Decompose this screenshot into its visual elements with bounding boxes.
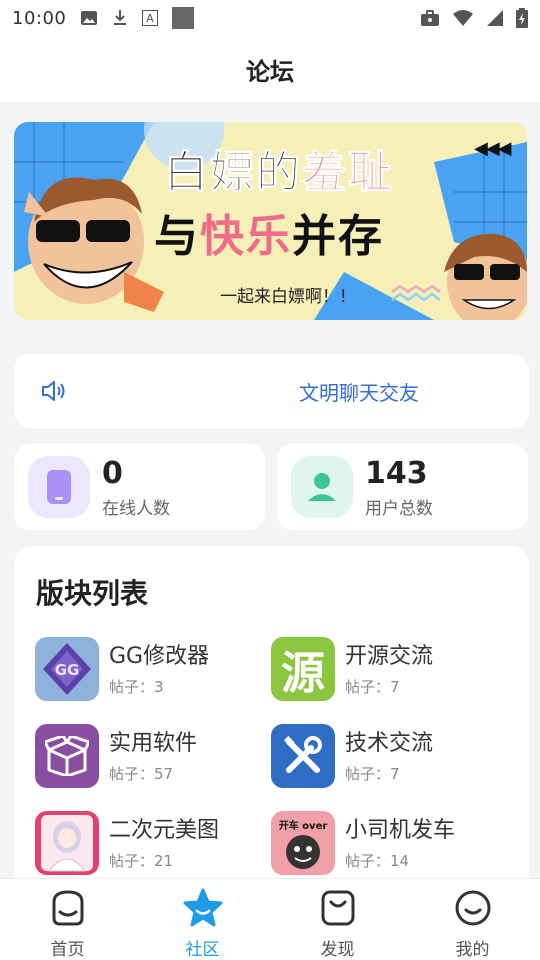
tab-label: 社区 <box>185 940 220 960</box>
box-icon <box>35 724 99 788</box>
banner-headline-1: 白嫖的羞耻 <box>164 136 394 200</box>
stat-label: 在线人数 <box>102 498 170 519</box>
meme-icon: 开车 over <box>271 811 335 875</box>
wifi-icon <box>452 9 474 27</box>
board-name: 技术交流 <box>345 730 434 756</box>
image-icon <box>80 10 98 26</box>
board-item-gg[interactable]: GG GG修改器 帖子：3 <box>35 634 275 704</box>
banner-subtitle: 一起来白嫖啊！！ <box>220 287 356 307</box>
user-icon <box>291 456 353 518</box>
board-list: 版块列表 GG GG修改器 帖子：3 源 开源交流 帖子：7 实用软件 帖子：5… <box>14 546 529 886</box>
svg-text:GG: GG <box>55 661 80 679</box>
anime-icon <box>35 811 99 875</box>
banner-headline-2: 与快乐并存 <box>154 200 384 264</box>
stat-online: 0 在线人数 <box>14 444 265 530</box>
discover-icon <box>317 887 359 929</box>
board-count: 帖子：21 <box>109 851 174 870</box>
promo-banner[interactable]: 白嫖的羞耻 与快乐并存 一起来白嫖啊！！ ◀◀◀ <box>14 122 527 320</box>
board-item-source[interactable]: 源 开源交流 帖子：7 <box>271 634 511 704</box>
tab-label: 首页 <box>50 940 85 960</box>
status-time: 10:00 <box>12 7 67 29</box>
battery-icon <box>516 8 528 28</box>
notice-bar[interactable]: 文明聊天交友 <box>14 354 529 428</box>
banner-text-highlight: 羞耻 <box>302 147 394 199</box>
board-count: 帖子：57 <box>109 764 174 783</box>
status-bar: 10:00 A <box>0 0 540 36</box>
meme-icon-text: 开车 over <box>278 820 328 832</box>
page-title: 论坛 <box>246 57 294 86</box>
app-header: 论坛 <box>0 36 540 102</box>
board-name: 开源交流 <box>345 643 434 669</box>
tab-label: 发现 <box>320 940 355 960</box>
tab-home[interactable]: 首页 <box>0 879 135 960</box>
board-item-software[interactable]: 实用软件 帖子：57 <box>35 721 275 791</box>
source-icon: 源 <box>271 637 335 701</box>
stat-value: 143 <box>365 455 428 491</box>
board-name: 二次元美图 <box>109 817 220 843</box>
board-count: 帖子：3 <box>109 677 164 696</box>
notice-text: 文明聊天交友 <box>299 380 419 405</box>
tools-icon <box>271 724 335 788</box>
svg-text:A: A <box>147 12 155 25</box>
stat-value: 0 <box>102 455 123 491</box>
board-item-anime[interactable]: 二次元美图 帖子：21 <box>35 808 275 878</box>
board-name: 小司机发车 <box>345 817 456 843</box>
banner-text-highlight: 快乐 <box>200 211 292 262</box>
board-item-meme[interactable]: 开车 over 小司机发车 帖子：14 <box>271 808 511 878</box>
tab-community[interactable]: 社区 <box>135 879 270 960</box>
banner-text: 白嫖的 <box>164 147 302 199</box>
home-icon <box>47 887 89 929</box>
section-title: 版块列表 <box>36 577 149 610</box>
speaker-icon <box>40 377 68 405</box>
stat-users: 143 用户总数 <box>277 444 528 530</box>
star-icon <box>182 887 224 929</box>
tab-profile[interactable]: 我的 <box>405 879 540 960</box>
board-name: 实用软件 <box>109 730 198 756</box>
download-icon <box>112 9 128 27</box>
square-icon <box>172 7 195 29</box>
stat-label: 用户总数 <box>365 498 433 519</box>
tab-discover[interactable]: 发现 <box>270 879 405 960</box>
source-icon-glyph: 源 <box>281 648 325 699</box>
font-icon: A <box>142 10 159 26</box>
board-count: 帖子：14 <box>345 851 410 870</box>
gg-icon: GG <box>35 637 99 701</box>
board-count: 帖子：7 <box>345 677 400 696</box>
banner-text: 并存 <box>292 211 384 262</box>
signal-icon <box>486 9 504 27</box>
banner-arrows: ◀◀◀ <box>474 138 512 159</box>
briefcase-icon <box>420 9 440 27</box>
board-item-tech[interactable]: 技术交流 帖子：7 <box>271 721 511 791</box>
tab-label: 我的 <box>455 940 490 960</box>
profile-icon <box>452 887 494 929</box>
board-count: 帖子：7 <box>345 764 400 783</box>
board-name: GG修改器 <box>109 643 210 669</box>
banner-text: 与 <box>154 211 200 262</box>
bottom-tab-bar: 首页 社区 发现 我的 <box>0 878 540 960</box>
phone-icon <box>28 456 90 518</box>
